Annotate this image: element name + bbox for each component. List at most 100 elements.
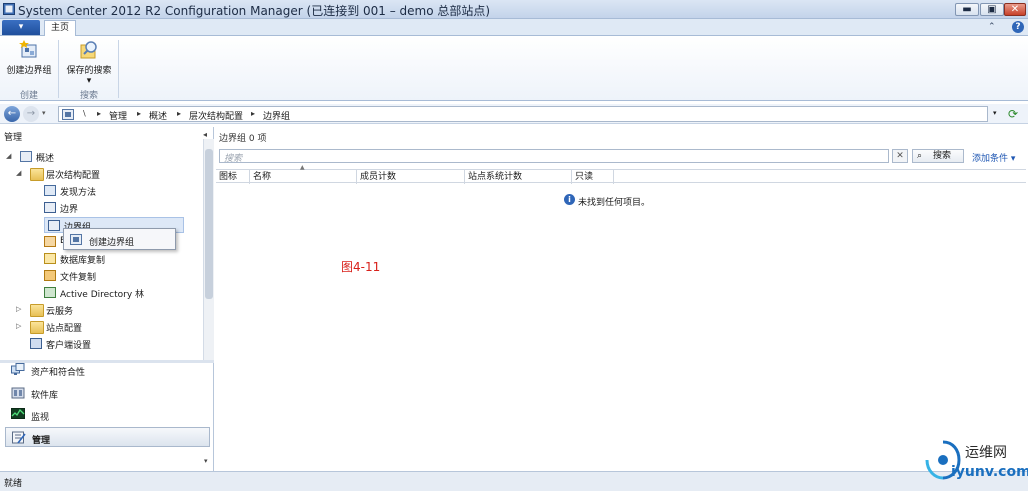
assets-icon — [11, 363, 25, 375]
tree-node-label: 站点配置 — [46, 324, 83, 334]
ribbon-group-create-label: 创建 — [19, 91, 38, 101]
workspace-label: 资产和符合性 — [31, 368, 86, 378]
tree-node[interactable]: 发现方法 — [0, 183, 200, 199]
saved-searches-button[interactable]: 保存的搜索 ▾ — [64, 39, 114, 86]
info-icon: i — [564, 194, 575, 205]
collapse-icon[interactable]: ◢ — [16, 169, 21, 177]
create-boundary-group-icon — [70, 234, 82, 245]
window-title: System Center 2012 R2 Configuration Mana… — [18, 4, 491, 18]
add-criteria-link[interactable]: 添加条件 ▾ — [972, 151, 1015, 164]
ribbon-minimize-icon[interactable]: ⌃ — [988, 22, 996, 32]
tree-scrollbar-thumb[interactable] — [205, 149, 213, 299]
tree-node-label: 客户端设置 — [46, 341, 92, 351]
breadcrumb[interactable]: \ ▸ 管理 ▸ 概述 ▸ 层次结构配置 ▸ 边界组 — [58, 106, 988, 122]
workspace-administration[interactable]: 管理 — [5, 427, 210, 447]
exchange-icon — [44, 236, 56, 247]
create-boundary-group-label: 创建边界组 — [6, 66, 52, 76]
title-bar: System Center 2012 R2 Configuration Mana… — [0, 0, 1028, 19]
ribbon: 创建边界组 创建 保存的搜索 ▾ 搜索 — [0, 36, 1028, 101]
folder-icon — [30, 321, 44, 334]
create-boundary-group-button[interactable]: 创建边界组 — [4, 39, 54, 76]
workspace-label: 管理 — [32, 436, 51, 446]
empty-results-message: i 未找到任何项目。 — [564, 194, 650, 208]
search-input[interactable]: 搜索 — [219, 149, 889, 164]
tree-node[interactable]: ◢ 层次结构配置 — [0, 166, 200, 182]
collapse-icon[interactable]: ◢ — [6, 152, 11, 160]
monitoring-icon — [11, 408, 25, 419]
breadcrumb-separator[interactable]: ▸ — [97, 109, 101, 118]
close-button[interactable]: ✕ — [1004, 3, 1026, 16]
grid-header: 图标 名称 成员计数 站点系统计数 只读 ▲ — [216, 164, 1026, 184]
folder-icon — [30, 168, 44, 181]
breadcrumb-item[interactable]: 层次结构配置 — [189, 109, 243, 122]
saved-searches-dropdown-icon: ▾ — [86, 76, 92, 86]
tree-node[interactable]: ▷ 云服务 — [0, 302, 200, 318]
column-header-icon[interactable]: 图标 — [216, 170, 250, 184]
tab-home[interactable]: 主页 — [44, 20, 76, 36]
create-boundary-group-icon — [19, 40, 37, 58]
search-placeholder: 搜索 — [224, 154, 243, 164]
breadcrumb-separator[interactable]: ▸ — [137, 109, 141, 118]
boundary-icon — [44, 202, 56, 213]
workspace-label: 软件库 — [31, 391, 59, 401]
column-header-member-count[interactable]: 成员计数 — [357, 170, 465, 184]
breadcrumb-root[interactable]: \ — [83, 109, 86, 118]
tree-node[interactable]: 边界 — [0, 200, 200, 216]
column-header-name[interactable]: 名称 — [250, 170, 357, 184]
client-settings-icon — [30, 338, 42, 349]
tree-node-label: 文件复制 — [60, 273, 97, 283]
navigation-pane: 管理 ◂ ◢概述◢层次结构配置发现方法边界边界组Exchange数据库复制文件复… — [0, 127, 214, 471]
help-icon[interactable]: ? — [1012, 21, 1024, 33]
tree-node-label: 边界 — [60, 205, 79, 215]
tree-node[interactable]: ◢ 概述 — [0, 149, 200, 165]
maximize-button[interactable]: ▣ — [980, 3, 1004, 16]
minimize-button[interactable]: ▬ — [955, 3, 979, 16]
breadcrumb-item[interactable]: 管理 — [109, 109, 127, 122]
tree-node-label: 云服务 — [46, 307, 74, 317]
overview-icon — [20, 151, 32, 162]
column-header-read-only[interactable]: 只读 — [572, 170, 614, 184]
column-header-site-system-count[interactable]: 站点系统计数 — [465, 170, 572, 184]
tree-node-label: 发现方法 — [60, 188, 97, 198]
results-pane: 边界组 0 项 搜索 ✕ ⌕ 搜索 添加条件 ▾ 图标 名称 成员计数 站点系统… — [216, 127, 1026, 471]
more-workspaces-icon[interactable]: ▾ — [204, 457, 208, 465]
results-title: 边界组 0 项 — [219, 134, 267, 144]
search-icon: ⌕ — [917, 151, 923, 161]
workspace-assets-compliance[interactable]: 资产和符合性 — [5, 360, 210, 380]
refresh-icon[interactable]: ⟳ — [1008, 107, 1018, 121]
back-button[interactable]: ← — [4, 106, 20, 122]
workspace-label: 监视 — [31, 413, 50, 423]
discovery-icon — [44, 185, 56, 196]
tree-scrollbar[interactable] — [203, 139, 214, 361]
ribbon-group-search-label: 搜索 — [79, 91, 98, 101]
tree-node[interactable]: 数据库复制 — [0, 251, 200, 267]
breadcrumb-item[interactable]: 边界组 — [263, 109, 290, 122]
address-dropdown-icon[interactable]: ▾ — [993, 109, 997, 117]
collapse-pane-icon[interactable]: ◂ — [203, 130, 207, 139]
tree-node-label: Active Directory 林 — [60, 290, 145, 300]
tree-node[interactable]: Active Directory 林 — [0, 285, 200, 301]
clear-search-button[interactable]: ✕ — [892, 149, 908, 163]
tree-node-label: 概述 — [36, 154, 55, 164]
breadcrumb-separator[interactable]: ▸ — [251, 109, 255, 118]
search-button[interactable]: ⌕ 搜索 — [912, 149, 964, 163]
file-menu-button[interactable]: ▾ — [2, 20, 40, 35]
forward-button[interactable]: → — [23, 106, 39, 122]
tree-node[interactable]: 文件复制 — [0, 268, 200, 284]
ad-forest-icon — [44, 287, 56, 298]
history-dropdown-icon[interactable]: ▾ — [42, 109, 46, 117]
context-menu-item-create-boundary-group[interactable]: 创建边界组 — [89, 235, 134, 248]
expand-icon[interactable]: ▷ — [16, 305, 21, 313]
workspace-software-library[interactable]: 软件库 — [5, 383, 210, 403]
navigation-bar: ← → ▾ \ ▸ 管理 ▸ 概述 ▸ 层次结构配置 ▸ 边界组 ▾ ⟳ — [0, 104, 1028, 124]
tree-node[interactable]: 客户端设置 — [0, 336, 200, 352]
breadcrumb-separator[interactable]: ▸ — [177, 109, 181, 118]
tree-node-label: 数据库复制 — [60, 256, 106, 266]
figure-label: 图4-11 — [341, 260, 381, 274]
ribbon-tab-row: ▾ 主页 ⌃ ? — [0, 19, 1028, 36]
breadcrumb-item[interactable]: 概述 — [149, 109, 167, 122]
workspace-monitoring[interactable]: 监视 — [5, 405, 210, 425]
tree-node[interactable]: ▷ 站点配置 — [0, 319, 200, 335]
expand-icon[interactable]: ▷ — [16, 322, 21, 330]
admin-node-icon — [62, 109, 74, 120]
